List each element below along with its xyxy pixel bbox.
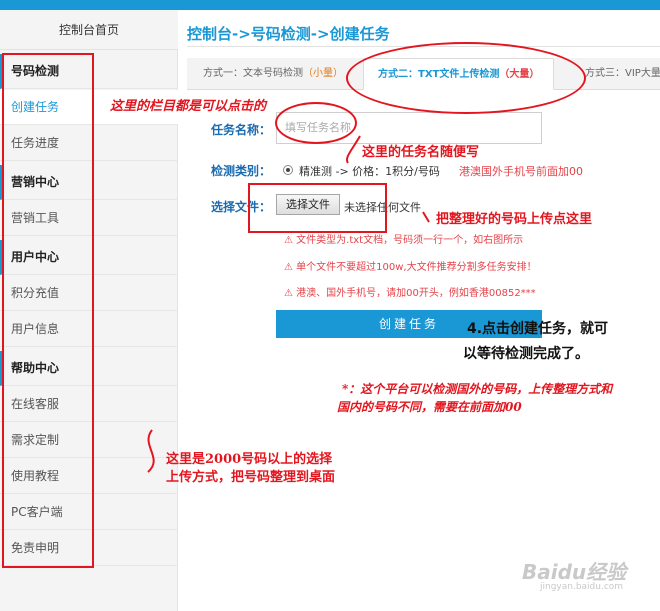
upload-pointer-stroke [422,211,430,223]
name-annotation: 这里的任务名随便写 [362,145,480,160]
sidebar-annotation: 这里的栏目都是可以点击的 [110,99,267,114]
baidu-watermark: Baidu经验 [522,560,627,584]
method-annotation-line2: 上传方式，把号码整理到桌面 [166,470,336,485]
upload-annotation: 把整理好的号码上传点这里 [436,212,593,227]
name-pointer-stroke [346,135,361,164]
annotation-strokes [147,135,430,473]
method-pointer-stroke [147,429,155,473]
foreign-annotation-line1: *：这个平台可以检测国外的号码，上传整理方式和 [342,382,613,396]
method-annotation-line1: 这里是2000号码以上的选择 [166,452,333,467]
submit-annotation-line2: 以等待检测完成了。 [463,346,589,362]
foreign-annotation-line2: 国内的号码不同，需要在前面加00 [337,400,522,414]
baidu-watermark-url: jingyan.baidu.com [540,582,624,592]
submit-annotation-line1: 4.点击创建任务，就可 [467,321,609,337]
